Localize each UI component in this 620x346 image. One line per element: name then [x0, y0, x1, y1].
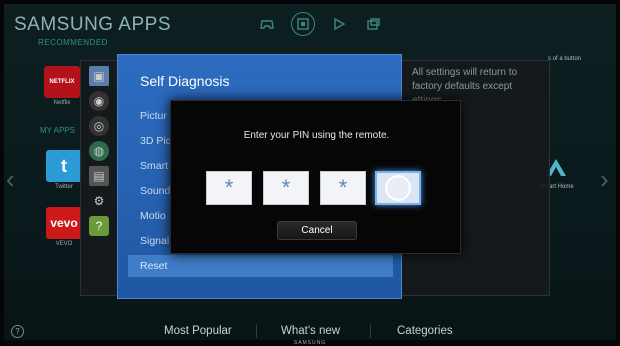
most-popular-tab[interactable]: Most Popular [164, 325, 232, 337]
system-icon[interactable]: ▤ [89, 166, 109, 186]
bottom-divider [256, 324, 257, 338]
bottom-bar: ? Most Popular What's new Categories [4, 320, 616, 340]
pin-cursor-icon [385, 175, 411, 201]
netflix-logo: NETFLIX [49, 79, 75, 85]
apps-title: SAMSUNG APPS [14, 14, 171, 35]
diag-item-signal[interactable]: Signal [140, 235, 169, 247]
bottom-divider [370, 324, 371, 338]
network-icon[interactable]: ◎ [89, 116, 109, 136]
pin-digit-3[interactable]: * [320, 171, 366, 205]
vevo-app-tile[interactable]: vevo [46, 207, 82, 239]
help-icon[interactable]: ? [89, 216, 109, 236]
play-icon[interactable] [329, 14, 349, 34]
tv-bezel: SAMSUNG APPS RECOMMENDED NETFLIX Netflix… [0, 0, 620, 346]
tv-screen: SAMSUNG APPS RECOMMENDED NETFLIX Netflix… [4, 4, 616, 340]
pin-digit-2[interactable]: * [263, 171, 309, 205]
pin-dialog: Enter your PIN using the remote. * * * C… [170, 100, 461, 254]
my-apps-label: MY APPS [40, 126, 75, 135]
globe-icon[interactable]: ◍ [89, 141, 109, 161]
settings-icon-column: ▣ ◉ ◎ ◍ ▤ ⚙ ? [86, 66, 112, 288]
whats-new-tab[interactable]: What's new [281, 325, 340, 337]
pin-prompt: Enter your PIN using the remote. [243, 130, 390, 141]
samsung-bezel-logo: SAMSUNG [293, 340, 327, 346]
vevo-logo: vevo [50, 216, 78, 230]
pin-digit-4[interactable] [375, 171, 421, 205]
diag-item-3d-picture[interactable]: 3D Pic [140, 135, 171, 147]
help-circle-icon[interactable]: ? [11, 325, 24, 338]
picture-icon[interactable]: ▣ [89, 66, 109, 86]
support-icon[interactable]: ⚙ [89, 191, 109, 211]
diag-item-picture[interactable]: Pictur [140, 110, 167, 122]
diag-item-motion[interactable]: Motio [140, 210, 166, 222]
recommended-label: RECOMMENDED [38, 38, 108, 47]
categories-tab[interactable]: Categories [397, 325, 453, 337]
netflix-app-tile[interactable]: NETFLIX [44, 66, 80, 98]
twitter-logo: t [61, 155, 67, 176]
scroll-right-arrow-icon[interactable]: › [600, 164, 609, 195]
top-nav-icons [257, 12, 383, 36]
cancel-button[interactable]: Cancel [277, 221, 357, 240]
app-name-netflix: Netflix [53, 100, 71, 106]
diag-item-sound[interactable]: Sound [140, 185, 170, 197]
diag-item-smart[interactable]: Smart [140, 160, 168, 172]
right-tile-caption-top: s of a button [548, 56, 582, 62]
diag-item-reset[interactable]: Reset [128, 255, 393, 277]
pin-digit-1[interactable]: * [206, 171, 252, 205]
gamepad-icon[interactable] [257, 14, 277, 34]
multiscreen-icon[interactable] [363, 14, 383, 34]
twitter-app-tile[interactable]: t [46, 150, 82, 182]
apps-icon[interactable] [291, 12, 315, 36]
scroll-left-arrow-icon[interactable]: ‹ [6, 164, 15, 195]
sound-icon[interactable]: ◉ [89, 91, 109, 111]
self-diagnosis-title: Self Diagnosis [140, 73, 230, 89]
